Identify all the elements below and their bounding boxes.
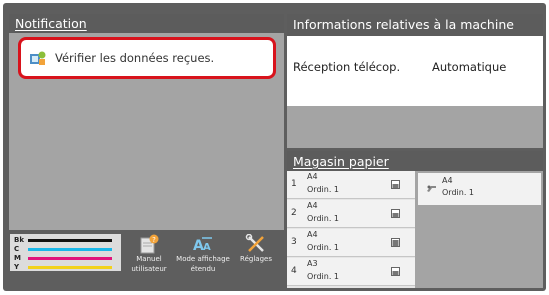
tray-number: 1	[291, 179, 297, 189]
tray-paper-type: Ordin. 1	[307, 243, 339, 252]
toner-label-m: M	[14, 254, 21, 262]
toner-label-c: C	[14, 245, 20, 253]
settings-label: Réglages	[240, 255, 272, 263]
paper-level-icon	[391, 209, 400, 218]
toner-bar-y	[28, 266, 112, 269]
extended-display-label-line1: Mode affichage	[176, 255, 230, 263]
notification-title: Notification	[9, 14, 284, 33]
tray-paper-type: Ordin. 1	[307, 214, 339, 223]
svg-text:A: A	[203, 242, 211, 253]
tray-row-4[interactable]: 4 A3 Ordin. 1	[287, 258, 415, 286]
notification-message-text: Vérifier les données reçues.	[55, 51, 215, 65]
toner-level-gauge: Bk C M Y	[10, 234, 121, 271]
paper-tray-panel: Magasin papier 1 A4 Ordin. 1 2 A4 Ordin.…	[287, 151, 543, 288]
paper-level-icon	[391, 180, 400, 189]
paper-level-icon	[391, 267, 400, 276]
tray-number: 4	[291, 266, 297, 276]
received-data-icon	[30, 51, 46, 65]
tray-paper-type: Ordin. 1	[307, 185, 339, 194]
paper-tray-title: Magasin papier	[287, 151, 543, 171]
control-panel-screen: Notification Vérifier les données reçues…	[3, 3, 546, 291]
bypass-paper-size: A4	[442, 176, 453, 185]
svg-text:?: ?	[152, 236, 156, 244]
user-manual-label-line1: Manuel	[136, 255, 162, 263]
user-manual-label-line2: utilisateur	[131, 265, 167, 273]
tray-number: 2	[291, 208, 297, 218]
tray-number: 3	[291, 237, 297, 247]
text-size-icon: A A	[193, 237, 212, 254]
toner-bar-bk	[28, 239, 112, 242]
tray-paper-type: Ordin. 1	[307, 272, 339, 281]
extended-display-button[interactable]: A A Mode affichage étendu	[175, 234, 231, 274]
toner-label-bk: Bk	[14, 236, 24, 244]
tray-row-3[interactable]: 3 A4 Ordin. 1	[287, 229, 415, 257]
tray-list: 1 A4 Ordin. 1 2 A4 Ordin. 1 3 A4 Ordin. …	[287, 171, 415, 288]
tray-paper-size: A4	[307, 201, 318, 210]
settings-button[interactable]: Réglages	[235, 234, 277, 264]
tray-row-2[interactable]: 2 A4 Ordin. 1	[287, 200, 415, 228]
notification-message[interactable]: Vérifier les données reçues.	[18, 37, 276, 79]
tray-paper-size: A4	[307, 172, 318, 181]
extended-display-label-line2: étendu	[190, 265, 216, 273]
notification-panel: Notification Vérifier les données reçues…	[9, 14, 284, 230]
tray-row-1[interactable]: 1 A4 Ordin. 1	[287, 171, 415, 199]
tools-wrench-icon	[245, 234, 264, 252]
user-manual-button[interactable]: ? Manuel utilisateur	[127, 234, 171, 274]
tray-paper-size: A3	[307, 259, 318, 268]
machine-info-title: Informations relatives à la machine	[287, 14, 543, 36]
user-manual-icon: ?	[140, 234, 159, 254]
tray-paper-size: A4	[307, 230, 318, 239]
bypass-tray-icon	[427, 185, 436, 192]
toner-bar-c	[28, 248, 112, 251]
fax-reception-row[interactable]: Réception télécop. Automatique	[287, 36, 543, 106]
machine-info-panel: Informations relatives à la machine Réce…	[287, 14, 543, 148]
bypass-paper-type: Ordin. 1	[442, 188, 474, 197]
fax-reception-value: Automatique	[432, 60, 507, 74]
toner-bar-m	[28, 257, 112, 260]
bypass-tray[interactable]: A4 Ordin. 1	[418, 173, 541, 205]
paper-level-icon	[391, 238, 400, 247]
fax-reception-label: Réception télécop.	[293, 60, 401, 74]
toner-label-y: Y	[14, 263, 20, 271]
